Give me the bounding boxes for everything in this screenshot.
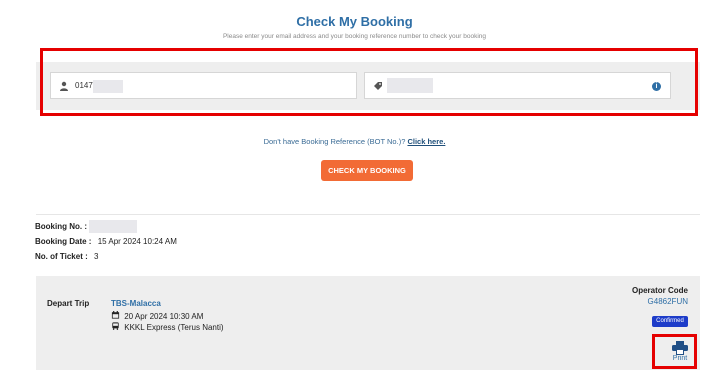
booking-date-value: 15 Apr 2024 10:24 AM — [97, 237, 177, 246]
ticket-count-label: No. of Ticket : — [35, 252, 88, 261]
trip-route: TBS-Malacca — [111, 299, 161, 308]
depart-trip-label: Depart Trip — [47, 299, 90, 308]
booking-number-row: Booking No. : — [35, 222, 87, 231]
trip-datetime: 20 Apr 2024 10:30 AM — [124, 312, 204, 321]
no-reference-label: Don't have Booking Reference (BOT No.)? — [263, 137, 406, 146]
booking-date-label: Booking Date : — [35, 237, 92, 246]
page-title: Check My Booking — [296, 14, 413, 29]
page-subtitle: Please enter your email address and your… — [222, 33, 487, 40]
trip-operator-name: KKKL Express (Terus Nanti) — [124, 323, 224, 332]
calendar-icon — [111, 311, 120, 319]
ticket-count-row: No. of Ticket : 3 — [35, 252, 98, 261]
highlight-box-print — [652, 334, 697, 369]
redacted-booking-number-mask — [89, 220, 137, 233]
trip-datetime-row: 20 Apr 2024 10:30 AM — [111, 311, 203, 321]
status-badge: Confirmed — [652, 316, 688, 327]
check-my-booking-button[interactable]: CHECK MY BOOKING — [321, 160, 413, 181]
click-here-link[interactable]: Click here. — [407, 137, 445, 146]
section-divider — [36, 214, 700, 215]
ticket-count-value: 3 — [93, 252, 99, 261]
booking-number-label: Booking No. : — [35, 222, 87, 231]
no-reference-text: Don't have Booking Reference (BOT No.)? … — [0, 137, 709, 146]
bus-icon — [112, 322, 119, 330]
operator-code-value: G4862FUN — [647, 297, 688, 306]
trip-operator-row: KKKL Express (Terus Nanti) — [111, 322, 224, 332]
highlight-box-form — [40, 48, 698, 116]
operator-code-label: Operator Code — [631, 286, 688, 295]
booking-date-row: Booking Date : 15 Apr 2024 10:24 AM — [35, 237, 177, 246]
